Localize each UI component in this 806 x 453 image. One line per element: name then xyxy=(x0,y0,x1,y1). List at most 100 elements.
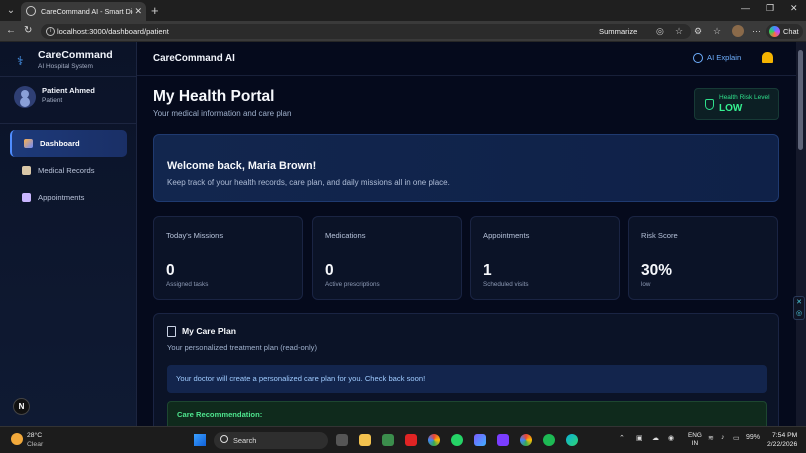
care-recommendation: Care Recommendation: xyxy=(167,401,767,426)
stat-sub: Scheduled visits xyxy=(483,281,529,288)
minimize-icon[interactable]: — xyxy=(741,3,750,13)
sidebar-item-label: Dashboard xyxy=(40,139,80,148)
language-indicator[interactable]: ENG IN xyxy=(688,432,702,448)
sidebar-item-appointments[interactable]: Appointments xyxy=(10,184,127,211)
address-bar[interactable]: i localhost:3000/dashboard/patient Summa… xyxy=(41,24,691,39)
reader-icon[interactable]: ◎ xyxy=(656,25,664,38)
whatsapp-icon[interactable] xyxy=(451,434,463,446)
stat-card-medications[interactable]: Medications 0 Active prescriptions xyxy=(312,216,462,300)
ai-explain-label: AI Explain xyxy=(707,53,742,62)
divider xyxy=(0,76,137,77)
scrollbar-thumb[interactable] xyxy=(798,50,803,150)
reload-icon[interactable]: ↻ xyxy=(24,25,32,37)
header-title: CareCommand AI xyxy=(153,53,235,64)
page-scrollbar[interactable] xyxy=(796,42,806,426)
windows-start-icon[interactable] xyxy=(194,434,206,446)
profile-avatar[interactable] xyxy=(732,25,744,37)
patient-role: Patient xyxy=(42,97,63,104)
chat-label: Chat xyxy=(783,27,799,36)
volume-icon[interactable]: ♪ xyxy=(721,434,725,441)
risk-label: Health Risk Level xyxy=(719,94,770,101)
weather-desc[interactable]: Clear xyxy=(27,441,43,448)
care-plan-title: My Care Plan xyxy=(182,326,236,336)
lang-code: ENG xyxy=(688,432,702,439)
stat-card-appointments[interactable]: Appointments 1 Scheduled visits xyxy=(470,216,620,300)
document-icon xyxy=(22,166,31,175)
chart-icon xyxy=(24,139,33,148)
wifi-icon[interactable]: ≋ xyxy=(708,434,714,442)
risk-value: LOW xyxy=(719,103,743,114)
stat-value: 1 xyxy=(483,262,492,279)
more-menu-icon[interactable]: ⋯ xyxy=(752,25,761,38)
store-icon[interactable] xyxy=(382,434,394,446)
health-risk-badge: Health Risk Level LOW xyxy=(694,88,779,120)
copilot-chat-button[interactable]: Chat xyxy=(766,24,803,39)
url-text[interactable]: localhost:3000/dashboard/patient xyxy=(57,25,169,38)
clipboard-icon xyxy=(167,326,176,337)
welcome-title: Welcome back, Maria Brown! xyxy=(167,160,317,172)
bell-icon[interactable] xyxy=(762,52,773,63)
edge-icon[interactable] xyxy=(566,434,578,446)
maximize-icon[interactable]: ❐ xyxy=(766,3,774,14)
favorite-star-icon[interactable]: ☆ xyxy=(675,25,683,38)
sidebar-item-dashboard[interactable]: Dashboard xyxy=(10,130,127,157)
sidebar-item-label: Medical Records xyxy=(38,166,95,175)
sidebar-item-medical-records[interactable]: Medical Records xyxy=(10,157,127,184)
windows-taskbar: 28°C Clear Search ⌃ ▣ ☁ ◉ ENG IN ≋ ♪ ▭ 9… xyxy=(0,426,806,453)
next-dev-badge[interactable]: N xyxy=(13,398,30,415)
patient-profile: Patient Ahmed Patient xyxy=(4,84,132,112)
clock-time[interactable]: 7:54 PM xyxy=(772,432,797,439)
favorites-icon[interactable]: ☆ xyxy=(713,25,721,38)
app-header: CareCommand AI AI Explain xyxy=(137,42,796,76)
site-info-icon[interactable]: i xyxy=(46,27,55,36)
back-icon[interactable]: ← xyxy=(6,25,16,37)
stat-label: Appointments xyxy=(483,231,530,240)
clock-date[interactable]: 2/22/2026 xyxy=(767,441,797,448)
tab-close-icon[interactable]: ✕ xyxy=(134,2,142,21)
task-view-icon[interactable] xyxy=(336,434,348,446)
brand-name: CareCommand xyxy=(38,49,113,61)
sidebar-item-label: Appointments xyxy=(38,193,85,202)
divider xyxy=(0,123,137,124)
stat-label: Risk Score xyxy=(641,231,678,240)
taskbar-search[interactable]: Search xyxy=(214,432,328,449)
browser-tab[interactable]: CareCommand AI - Smart Digital H ✕ xyxy=(21,2,146,21)
stat-sub: Active prescriptions xyxy=(325,281,380,288)
stat-label: Medications xyxy=(325,231,366,240)
weather-moon-icon[interactable] xyxy=(11,433,23,445)
new-tab-icon[interactable]: + xyxy=(151,2,159,19)
tab-list-icon[interactable]: ⌄ xyxy=(4,4,18,17)
stat-card-risk-score[interactable]: Risk Score 30% low xyxy=(628,216,778,300)
tray-app-icon[interactable]: ▣ xyxy=(636,434,643,442)
tray-app-icon[interactable]: ◉ xyxy=(668,434,674,442)
onedrive-icon[interactable]: ☁ xyxy=(652,434,659,442)
battery-icon[interactable]: ▭ xyxy=(733,434,740,442)
stat-value: 0 xyxy=(325,262,334,279)
tray-chevron-icon[interactable]: ⌃ xyxy=(619,434,625,442)
user-avatar-icon xyxy=(14,86,36,108)
caduceus-icon: ⚕ xyxy=(17,54,24,68)
page-title: My Health Portal xyxy=(153,88,275,105)
weather-temp[interactable]: 28°C xyxy=(27,432,42,439)
browser-tab-strip: ⌄ CareCommand AI - Smart Digital H ✕ + —… xyxy=(0,0,806,21)
edge-side-tool-icon[interactable]: ✕ ◎ xyxy=(793,296,805,320)
app-icon[interactable] xyxy=(497,434,509,446)
battery-percent[interactable]: 99% xyxy=(746,434,760,441)
spotify-icon[interactable] xyxy=(543,434,555,446)
chrome-icon[interactable] xyxy=(428,434,440,446)
care-rec-label: Care Recommendation: xyxy=(177,410,263,419)
file-explorer-icon[interactable] xyxy=(359,434,371,446)
welcome-text: Keep track of your health records, care … xyxy=(167,178,450,187)
window-close-icon[interactable]: ✕ xyxy=(790,3,798,14)
chrome-icon[interactable] xyxy=(520,434,532,446)
app-icon[interactable] xyxy=(474,434,486,446)
sidebar: ⚕ CareCommand AI Hospital System Patient… xyxy=(0,42,137,426)
stat-card-missions[interactable]: Today's Missions 0 Assigned tasks xyxy=(153,216,303,300)
summarize-button[interactable]: Summarize xyxy=(599,25,637,38)
care-plan-card: My Care Plan Your personalized treatment… xyxy=(153,313,779,426)
extensions-icon[interactable]: ⚙ xyxy=(694,25,702,38)
ai-info-icon xyxy=(693,53,703,63)
browser-toolbar: ← ↻ i localhost:3000/dashboard/patient S… xyxy=(0,21,806,42)
lang-region: IN xyxy=(691,440,699,447)
app-l-icon[interactable] xyxy=(405,434,417,446)
